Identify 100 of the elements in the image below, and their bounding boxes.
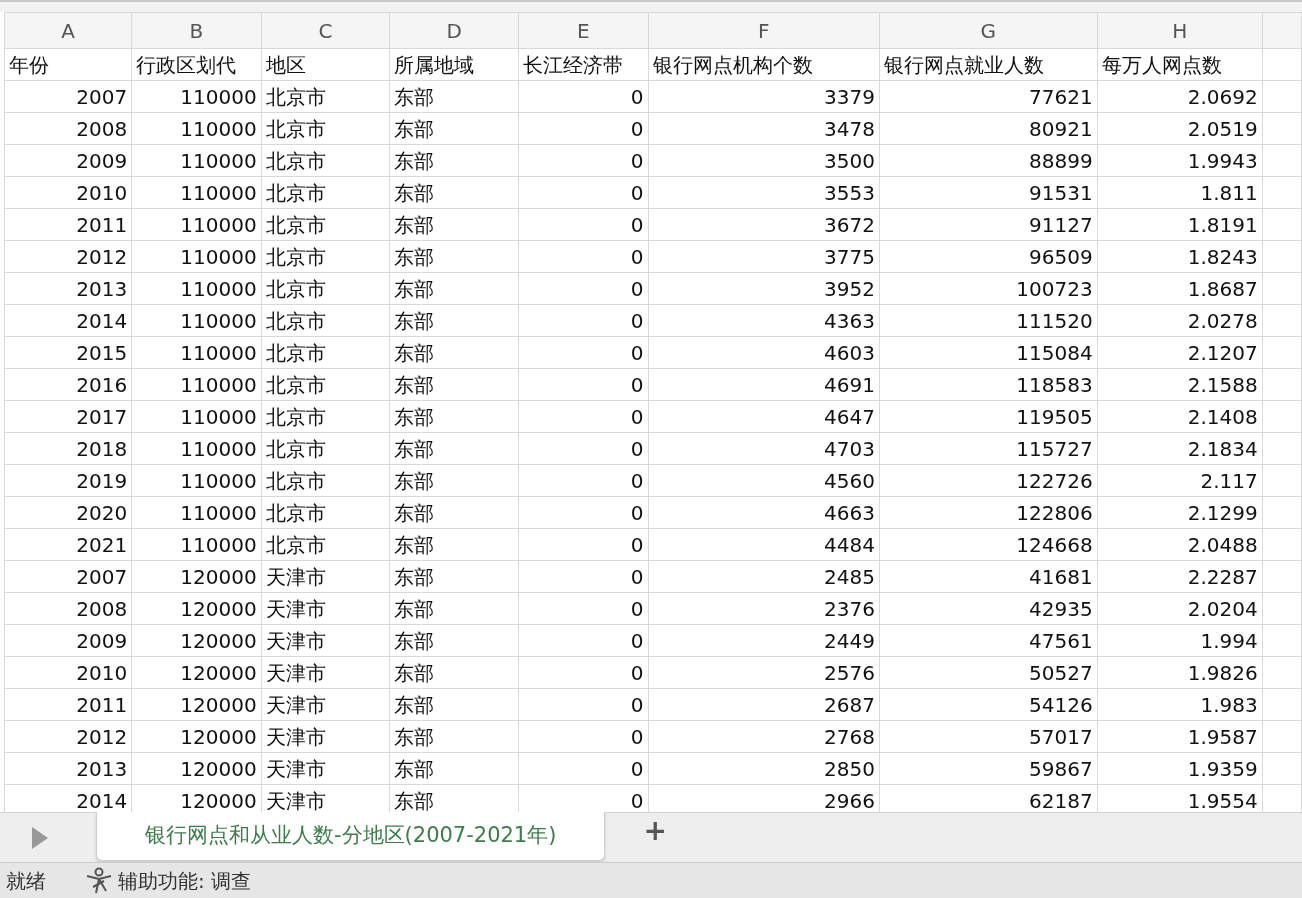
table-cell: 3553 bbox=[648, 176, 880, 209]
table-cell: 东部 bbox=[389, 752, 519, 785]
table-cell: 2.0488 bbox=[1097, 528, 1263, 561]
table-cell: 2010 bbox=[4, 656, 132, 689]
table-cell: 东部 bbox=[389, 144, 519, 177]
table-cell: 120000 bbox=[131, 560, 262, 593]
table-cell: 0 bbox=[518, 144, 649, 177]
add-sheet-button[interactable]: + bbox=[633, 813, 677, 849]
table-cell: 120000 bbox=[131, 656, 262, 689]
table-cell: 110000 bbox=[131, 464, 262, 497]
table-cell: 110000 bbox=[131, 304, 262, 337]
table-cell: 北京市 bbox=[261, 112, 390, 145]
table-cell: 2014 bbox=[4, 304, 132, 337]
table-cell: 3379 bbox=[648, 80, 880, 113]
table-cell: 1.983 bbox=[1097, 688, 1263, 721]
table-cell: 2020 bbox=[4, 496, 132, 529]
table-cell: 57017 bbox=[879, 720, 1098, 753]
table-cell: 47561 bbox=[879, 624, 1098, 657]
table-cell: 东部 bbox=[389, 80, 519, 113]
table-cell: 东部 bbox=[389, 560, 519, 593]
accessibility-status[interactable]: 辅助功能: 调查 bbox=[118, 865, 252, 896]
table-cell: 4663 bbox=[648, 496, 880, 529]
table-cell: 0 bbox=[518, 336, 649, 369]
table-cell: 东部 bbox=[389, 336, 519, 369]
table-cell: 1.9943 bbox=[1097, 144, 1263, 177]
table-cell: 2012 bbox=[4, 240, 132, 273]
table-cell: 天津市 bbox=[261, 592, 390, 625]
table-cell: 1.9826 bbox=[1097, 656, 1263, 689]
table-cell: 2449 bbox=[648, 624, 880, 657]
table-cell: 0 bbox=[518, 496, 649, 529]
table-cell: 3775 bbox=[648, 240, 880, 273]
status-text: 就绪 bbox=[6, 867, 46, 895]
table-cell: 4560 bbox=[648, 464, 880, 497]
table-cell: 54126 bbox=[879, 688, 1098, 721]
table-cell: 行政区划代 bbox=[131, 48, 262, 81]
column-header: E bbox=[518, 12, 649, 49]
table-cell: 4703 bbox=[648, 432, 880, 465]
table-cell: 3500 bbox=[648, 144, 880, 177]
table-cell: 东部 bbox=[389, 400, 519, 433]
table-cell: 91127 bbox=[879, 208, 1098, 241]
table-cell: 北京市 bbox=[261, 368, 390, 401]
table-cell: 北京市 bbox=[261, 432, 390, 465]
table-cell: 2.1834 bbox=[1097, 432, 1263, 465]
table-cell: 110000 bbox=[131, 528, 262, 561]
table-cell: 东部 bbox=[389, 528, 519, 561]
table-cell: 3952 bbox=[648, 272, 880, 305]
table-cell: 0 bbox=[518, 752, 649, 785]
table-cell: 2.0519 bbox=[1097, 112, 1263, 145]
table-cell: 4603 bbox=[648, 336, 880, 369]
table-cell: 96509 bbox=[879, 240, 1098, 273]
table-cell: 每万人网点数 bbox=[1097, 48, 1263, 81]
table-cell: 120000 bbox=[131, 720, 262, 753]
table-cell: 110000 bbox=[131, 368, 262, 401]
table-cell: 110000 bbox=[131, 112, 262, 145]
table-cell: 天津市 bbox=[261, 688, 390, 721]
table-cell: 0 bbox=[518, 688, 649, 721]
table-cell: 0 bbox=[518, 368, 649, 401]
table-cell: 东部 bbox=[389, 208, 519, 241]
table-cell: 2.117 bbox=[1097, 464, 1263, 497]
table-cell: 东部 bbox=[389, 176, 519, 209]
table-cell: 2007 bbox=[4, 560, 132, 593]
table-cell: 2687 bbox=[648, 688, 880, 721]
table-cell: 东部 bbox=[389, 624, 519, 657]
table-cell: 91531 bbox=[879, 176, 1098, 209]
column-header: C bbox=[261, 12, 390, 49]
table-cell: 3672 bbox=[648, 208, 880, 241]
table-cell: 2.1408 bbox=[1097, 400, 1263, 433]
table-cell: 1.811 bbox=[1097, 176, 1263, 209]
table-cell: 东部 bbox=[389, 464, 519, 497]
table-cell: 2009 bbox=[4, 624, 132, 657]
table-cell: 天津市 bbox=[261, 624, 390, 657]
table-cell: 110000 bbox=[131, 432, 262, 465]
table-cell: 2009 bbox=[4, 144, 132, 177]
table-cell: 0 bbox=[518, 720, 649, 753]
table-cell: 0 bbox=[518, 400, 649, 433]
table-cell: 2011 bbox=[4, 208, 132, 241]
table-cell: 2850 bbox=[648, 752, 880, 785]
column-header: A bbox=[4, 12, 132, 49]
table-cell: 2019 bbox=[4, 464, 132, 497]
table-cell: 长江经济带 bbox=[518, 48, 649, 81]
table-cell: 110000 bbox=[131, 208, 262, 241]
table-cell: 东部 bbox=[389, 688, 519, 721]
table-cell: 北京市 bbox=[261, 272, 390, 305]
sheet-tab[interactable]: 银行网点和从业人数-分地区(2007-2021年) bbox=[96, 812, 606, 861]
table-cell: 所属地域 bbox=[389, 48, 519, 81]
table-cell: 80921 bbox=[879, 112, 1098, 145]
table-cell: 3478 bbox=[648, 112, 880, 145]
table-cell: 4363 bbox=[648, 304, 880, 337]
accessibility-icon[interactable] bbox=[84, 866, 114, 895]
table-cell: 2.1207 bbox=[1097, 336, 1263, 369]
table-cell: 110000 bbox=[131, 400, 262, 433]
table-cell: 0 bbox=[518, 240, 649, 273]
table-cell: 110000 bbox=[131, 144, 262, 177]
table-cell: 北京市 bbox=[261, 400, 390, 433]
table-cell: 115084 bbox=[879, 336, 1098, 369]
table-cell: 2.0692 bbox=[1097, 80, 1263, 113]
table-cell: 天津市 bbox=[261, 560, 390, 593]
column-header: F bbox=[648, 12, 880, 49]
table-cell: 1.9359 bbox=[1097, 752, 1263, 785]
table-cell: 东部 bbox=[389, 656, 519, 689]
